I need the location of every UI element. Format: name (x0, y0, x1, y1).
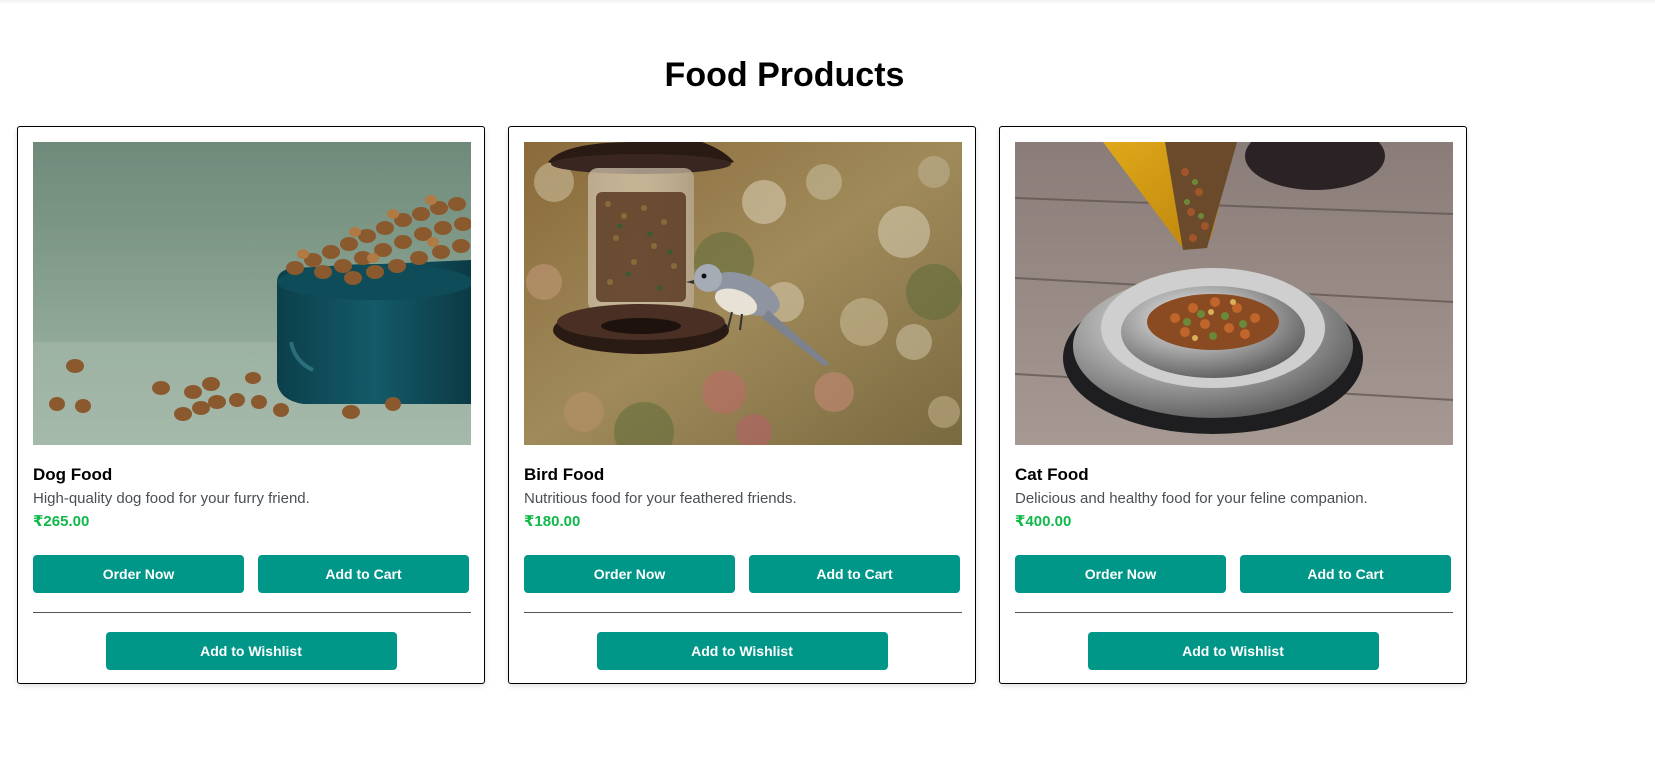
add-to-wishlist-button[interactable]: Add to Wishlist (596, 632, 888, 670)
product-description: Delicious and healthy food for your feli… (1015, 490, 1368, 507)
product-actions: Order Now Add to Cart (33, 555, 469, 593)
product-card: Bird Food Nutritious food for your feath… (508, 126, 976, 684)
card-divider (524, 612, 962, 613)
product-description: High-quality dog food for your furry fri… (33, 490, 310, 507)
product-card: Cat Food Delicious and healthy food for … (999, 126, 1467, 684)
add-to-cart-button[interactable]: Add to Cart (749, 555, 960, 593)
add-to-wishlist-button[interactable]: Add to Wishlist (105, 632, 397, 670)
top-edge-shadow (0, 0, 1655, 4)
product-price: ₹180.00 (524, 513, 581, 530)
product-actions: Order Now Add to Cart (1015, 555, 1451, 593)
page-title: Food Products (664, 56, 905, 94)
wishlist-row: Add to Wishlist (524, 632, 960, 670)
product-price: ₹400.00 (1015, 513, 1072, 530)
cat-food-bowl-image (1015, 142, 1453, 445)
order-now-button[interactable]: Order Now (524, 555, 735, 593)
product-actions: Order Now Add to Cart (524, 555, 960, 593)
add-to-cart-button[interactable]: Add to Cart (258, 555, 469, 593)
bird-feeder-image (524, 142, 962, 445)
card-divider (1015, 612, 1453, 613)
wishlist-row: Add to Wishlist (33, 632, 469, 670)
add-to-wishlist-button[interactable]: Add to Wishlist (1087, 632, 1379, 670)
wishlist-row: Add to Wishlist (1015, 632, 1451, 670)
add-to-cart-button[interactable]: Add to Cart (1240, 555, 1451, 593)
order-now-button[interactable]: Order Now (33, 555, 244, 593)
product-price: ₹265.00 (33, 513, 90, 530)
product-description: Nutritious food for your feathered frien… (524, 490, 797, 507)
dog-food-bowl-image (33, 142, 471, 445)
card-divider (33, 612, 471, 613)
product-name: Cat Food (1015, 465, 1089, 484)
product-card: Dog Food High-quality dog food for your … (17, 126, 485, 684)
product-name: Bird Food (524, 465, 605, 484)
product-name: Dog Food (33, 465, 113, 484)
order-now-button[interactable]: Order Now (1015, 555, 1226, 593)
product-card-list: Dog Food High-quality dog food for your … (17, 126, 1467, 684)
